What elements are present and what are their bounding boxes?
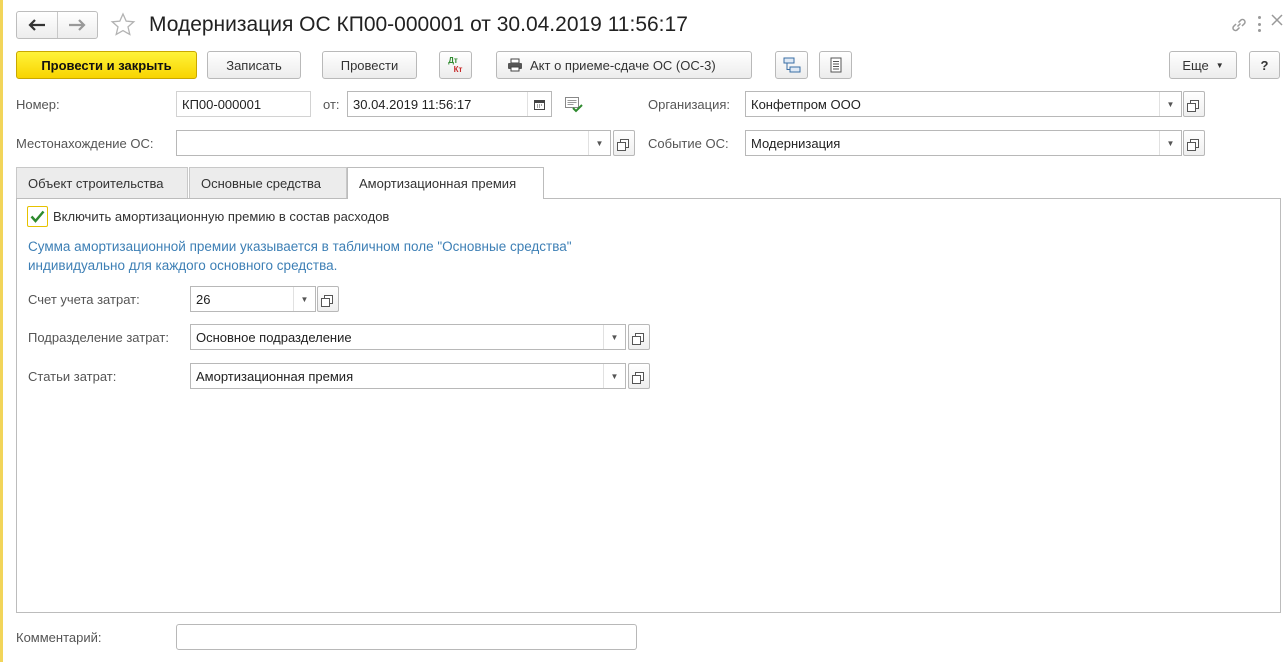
cost-item-open-button[interactable]	[628, 363, 650, 389]
open-icon	[631, 371, 644, 384]
tab-construction-object[interactable]: Объект строительства	[16, 167, 188, 198]
chevron-down-icon[interactable]: ▼	[293, 287, 315, 311]
department-label: Подразделение затрат:	[28, 330, 169, 345]
cost-item-field[interactable]: Амортизационная премия ▼	[190, 363, 626, 389]
comment-label: Комментарий:	[16, 630, 102, 645]
save-button[interactable]: Записать	[207, 51, 301, 79]
open-icon	[631, 332, 644, 345]
info-text-line2: индивидуально для каждого основного сред…	[28, 258, 338, 273]
open-icon	[1186, 138, 1199, 151]
event-field[interactable]: Модернизация ▼	[745, 130, 1182, 156]
document-icon	[830, 57, 841, 73]
number-label: Номер:	[16, 97, 60, 112]
organization-label: Организация:	[648, 97, 731, 112]
date-field[interactable]: 30.04.2019 11:56:17	[347, 91, 552, 117]
chevron-down-icon[interactable]: ▼	[603, 325, 625, 349]
more-vertical-icon[interactable]	[1254, 14, 1264, 34]
organization-open-button[interactable]	[1183, 91, 1205, 117]
account-label: Счет учета затрат:	[28, 292, 140, 307]
date-label: от:	[323, 97, 340, 112]
department-field[interactable]: Основное подразделение ▼	[190, 324, 626, 350]
location-label: Местонахождение ОС:	[16, 136, 154, 151]
document-list-button[interactable]	[819, 51, 852, 79]
chevron-down-icon[interactable]: ▼	[588, 131, 610, 155]
page-title: Модернизация ОС КП00-000001 от 30.04.201…	[149, 13, 688, 36]
structure-button[interactable]	[775, 51, 808, 79]
calendar-icon[interactable]	[527, 92, 551, 116]
more-button[interactable]: Еще ▼	[1169, 51, 1237, 79]
arrow-right-icon	[69, 19, 86, 31]
open-icon	[320, 294, 333, 307]
chevron-down-icon[interactable]: ▼	[603, 364, 625, 388]
print-act-button[interactable]: Акт о приеме-сдаче ОС (ОС-3)	[496, 51, 752, 79]
account-field[interactable]: 26 ▼	[190, 286, 316, 312]
link-icon[interactable]	[1230, 16, 1248, 37]
tab-fixed-assets[interactable]: Основные средства	[189, 167, 347, 198]
chevron-down-icon: ▼	[1215, 60, 1224, 70]
back-button[interactable]	[17, 12, 58, 38]
premium-checkbox[interactable]	[27, 206, 48, 227]
event-label: Событие ОС:	[648, 136, 729, 151]
cost-item-label: Статьи затрат:	[28, 369, 117, 384]
chevron-down-icon[interactable]: ▼	[1159, 131, 1181, 155]
posting-status-icon	[565, 97, 583, 116]
window-edge	[0, 0, 3, 662]
comment-field[interactable]	[176, 624, 637, 650]
account-open-button[interactable]	[317, 286, 339, 312]
favorite-star-icon[interactable]	[110, 12, 136, 41]
event-open-button[interactable]	[1183, 130, 1205, 156]
checkmark-icon	[30, 210, 45, 223]
post-and-close-button[interactable]: Провести и закрыть	[16, 51, 197, 79]
location-open-button[interactable]	[613, 130, 635, 156]
printer-icon	[508, 58, 522, 72]
post-button[interactable]: Провести	[322, 51, 417, 79]
forward-button[interactable]	[58, 12, 98, 38]
open-icon	[616, 138, 629, 151]
arrow-left-icon	[28, 19, 45, 31]
hierarchy-icon	[783, 57, 800, 73]
dt-kt-button[interactable]: Дт Кт	[439, 51, 472, 79]
tab-depreciation-premium[interactable]: Амортизационная премия	[347, 167, 544, 199]
premium-checkbox-label[interactable]: Включить амортизационную премию в состав…	[53, 209, 389, 224]
close-icon[interactable]	[1270, 13, 1284, 30]
help-button[interactable]: ?	[1249, 51, 1280, 79]
location-field[interactable]: ▼	[176, 130, 611, 156]
chevron-down-icon[interactable]: ▼	[1159, 92, 1181, 116]
nav-buttons	[16, 11, 98, 39]
organization-field[interactable]: Конфетпром ООО ▼	[745, 91, 1182, 117]
dt-kt-icon: Дт Кт	[448, 56, 463, 74]
number-field[interactable]: КП00-000001	[176, 91, 311, 117]
department-open-button[interactable]	[628, 324, 650, 350]
info-text-line1: Сумма амортизационной премии указывается…	[28, 239, 572, 254]
open-icon	[1186, 99, 1199, 112]
